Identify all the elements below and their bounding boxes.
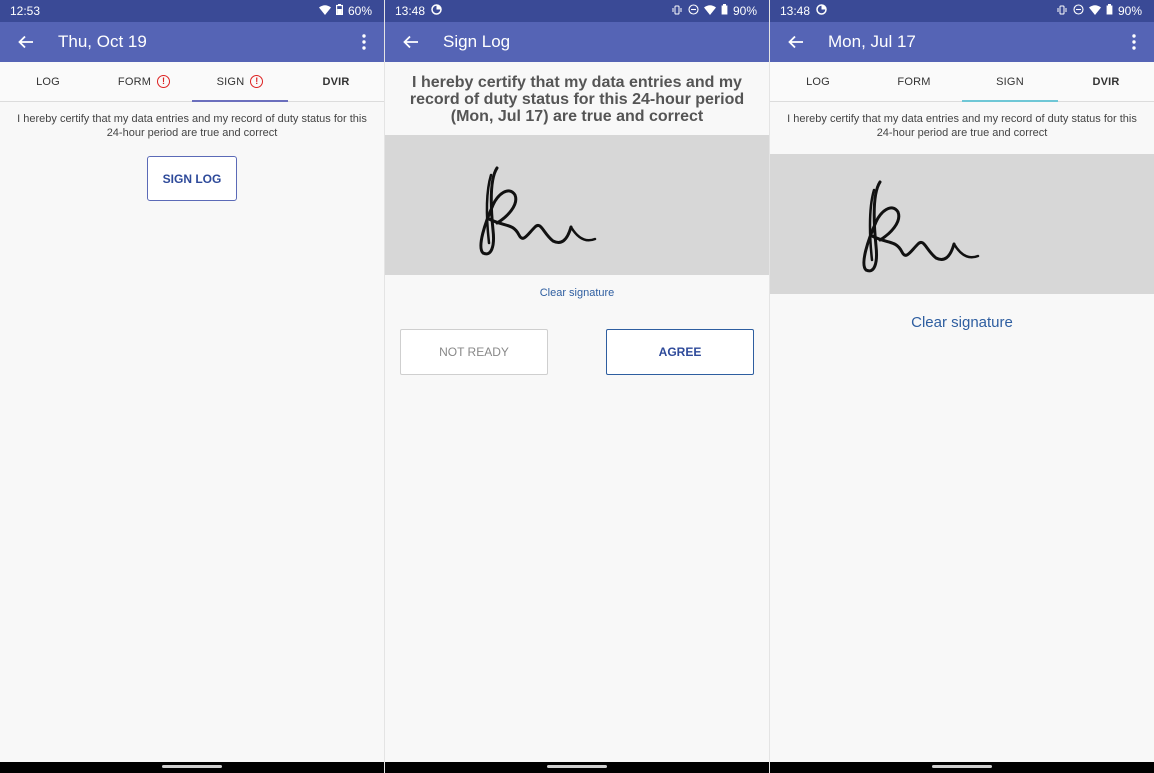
battery-percent: 60% — [347, 4, 372, 18]
system-nav-bar — [0, 762, 384, 773]
tab-sign-label: SIGN — [216, 75, 245, 88]
status-bar: 13:48 90% — [385, 0, 769, 22]
sync-icon — [816, 4, 827, 18]
signature-pad[interactable] — [385, 135, 769, 275]
do-not-disturb-icon — [688, 4, 699, 18]
tab-dvir-label: DVIR — [322, 75, 350, 88]
signature-drawing — [479, 166, 597, 256]
tab-log-label: LOG — [806, 75, 830, 88]
tab-sign-label: SIGN — [996, 75, 1024, 88]
wifi-icon — [703, 4, 716, 18]
warning-icon: ! — [250, 75, 264, 88]
app-bar: Sign Log — [385, 22, 769, 62]
tab-form[interactable]: FORM — [866, 62, 962, 101]
action-buttons: NOT READY AGREE — [385, 329, 769, 375]
tab-bar: LOG FORM SIGN DVIR — [770, 62, 1154, 102]
signature-drawing — [862, 180, 980, 273]
status-time: 13:48 — [395, 4, 426, 18]
clear-signature-link[interactable]: Clear signature — [770, 314, 1154, 331]
battery-icon — [1106, 4, 1113, 18]
certify-text: I hereby certify that my data entries an… — [787, 113, 1137, 139]
overflow-menu-icon[interactable] — [1124, 30, 1144, 54]
screen-sign-log: 13:48 90% Sign Log I hereby certify that… — [385, 0, 770, 773]
signature-display — [770, 154, 1154, 294]
screens-container: 12:53 60% Thu, Oct 19 LOG FORM! SIGN ! D… — [0, 0, 1154, 773]
not-ready-button[interactable]: NOT READY — [400, 329, 548, 375]
back-arrow-icon[interactable] — [399, 30, 423, 54]
tab-dvir[interactable]: DVIR — [288, 62, 384, 101]
do-not-disturb-icon — [1073, 4, 1084, 18]
back-arrow-icon[interactable] — [784, 30, 808, 54]
home-gesture-pill[interactable] — [547, 765, 607, 768]
home-gesture-pill[interactable] — [932, 765, 992, 768]
page-title: Mon, Jul 17 — [828, 32, 916, 51]
tab-bar: LOG FORM! SIGN! DVIR — [0, 62, 384, 102]
battery-percent: 90% — [1117, 4, 1142, 18]
tab-sign[interactable]: SIGN — [962, 62, 1058, 102]
status-time: 13:48 — [780, 4, 811, 18]
status-time: 12:53 — [10, 4, 41, 18]
sync-icon — [431, 4, 442, 18]
battery-icon — [335, 4, 343, 18]
screen-log-day: 12:53 60% Thu, Oct 19 LOG FORM! SIGN ! D… — [0, 0, 385, 773]
app-bar: Mon, Jul 17 — [770, 22, 1154, 62]
wifi-icon — [1088, 4, 1101, 18]
battery-icon — [721, 4, 728, 18]
tab-sign[interactable]: SIGN! — [192, 62, 288, 102]
battery-percent: 90% — [732, 4, 757, 18]
tab-dvir-label: DVIR — [1092, 75, 1120, 88]
tab-form-label: FORM — [117, 75, 152, 88]
vibrate-icon — [671, 4, 683, 18]
vibrate-icon — [1056, 4, 1068, 18]
tab-log-label: LOG — [36, 75, 60, 88]
clear-signature-link[interactable]: Clear signature — [385, 287, 769, 299]
certify-text: I hereby certify that my data entries an… — [409, 74, 745, 125]
page-title: Thu, Oct 19 — [58, 32, 147, 51]
tab-dvir[interactable]: DVIR — [1058, 62, 1154, 101]
warning-icon: ! — [157, 75, 171, 88]
back-arrow-icon[interactable] — [14, 30, 38, 54]
app-bar: Thu, Oct 19 — [0, 22, 384, 62]
sign-log-button[interactable]: SIGN LOG — [147, 156, 237, 201]
agree-button[interactable]: AGREE — [606, 329, 754, 375]
overflow-menu-icon[interactable] — [354, 30, 374, 54]
tab-form[interactable]: FORM! — [96, 62, 192, 101]
tab-log[interactable]: LOG — [770, 62, 866, 101]
home-gesture-pill[interactable] — [162, 765, 222, 768]
page-title: Sign Log — [443, 32, 511, 51]
screen-log-day-signed: 13:48 90% Mon, Jul 17 LOG FORM SIGN DVIR… — [770, 0, 1154, 773]
wifi-icon — [318, 4, 331, 18]
tab-form-label: FORM — [897, 75, 931, 88]
certify-text: I hereby certify that my data entries an… — [17, 113, 367, 139]
system-nav-bar — [770, 762, 1154, 773]
tab-log[interactable]: LOG — [0, 62, 96, 101]
status-bar: 13:48 90% — [770, 0, 1154, 22]
status-bar: 12:53 60% — [0, 0, 384, 22]
system-nav-bar — [385, 762, 769, 773]
